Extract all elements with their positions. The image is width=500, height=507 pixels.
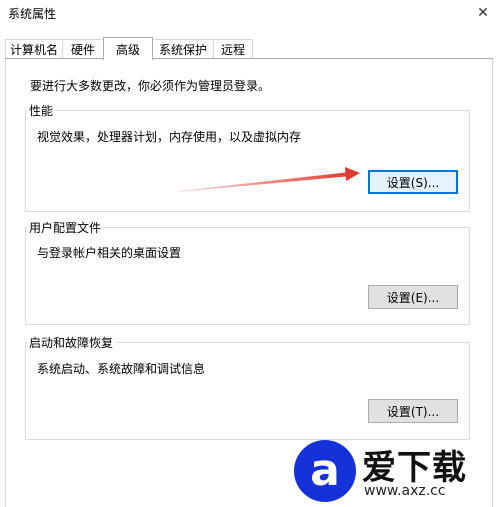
button-label: 设置(T)... — [386, 404, 440, 419]
admin-notice: 要进行大多数更改，你必须作为管理员登录。 — [30, 79, 271, 93]
user-profiles-description: 与登录帐户相关的桌面设置 — [37, 246, 182, 260]
startup-recovery-settings-button[interactable]: 设置(T)... — [368, 399, 458, 423]
tab-remote[interactable]: 远程 — [213, 39, 253, 59]
tab-system-protection[interactable]: 系统保护 — [152, 39, 214, 59]
watermark-logo-icon: a — [294, 440, 356, 502]
tab-label: 远程 — [220, 43, 245, 57]
startup-recovery-group — [25, 342, 470, 440]
user-profiles-group — [25, 227, 470, 325]
tab-bar: 计算机名 硬件 高级 系统保护 远程 — [5, 37, 495, 60]
tab-advanced[interactable]: 高级 — [103, 37, 153, 60]
performance-settings-button[interactable]: 设置(S)... — [368, 170, 458, 194]
performance-group-title: 性能 — [27, 102, 56, 119]
tab-label: 计算机名 — [9, 43, 58, 57]
watermark: a 爱下载 www.axz.cc — [290, 436, 500, 507]
title-bar: 系统属性 ✕ — [0, 0, 500, 30]
tab-label: 系统保护 — [158, 43, 207, 57]
window-title: 系统属性 — [8, 7, 57, 21]
watermark-logo-letter: a — [310, 445, 340, 496]
startup-recovery-description: 系统启动、系统故障和调试信息 — [37, 362, 206, 376]
button-label: 设置(S)... — [386, 175, 440, 190]
performance-group — [25, 110, 470, 212]
startup-recovery-group-title: 启动和故障恢复 — [27, 334, 116, 351]
performance-description: 视觉效果，处理器计划，内存使用，以及虚拟内存 — [37, 130, 302, 144]
close-icon: ✕ — [477, 5, 489, 21]
tab-label: 高级 — [115, 42, 140, 57]
tab-computer-name[interactable]: 计算机名 — [5, 39, 63, 59]
user-profiles-group-title: 用户配置文件 — [27, 219, 104, 236]
close-button[interactable]: ✕ — [466, 0, 500, 26]
user-profiles-settings-button[interactable]: 设置(E)... — [368, 285, 458, 309]
tab-label: 硬件 — [70, 43, 95, 57]
button-label: 设置(E)... — [386, 290, 440, 305]
watermark-url: www.axz.cc — [364, 483, 446, 499]
watermark-name: 爱下载 — [362, 448, 467, 488]
tab-hardware[interactable]: 硬件 — [62, 39, 104, 59]
